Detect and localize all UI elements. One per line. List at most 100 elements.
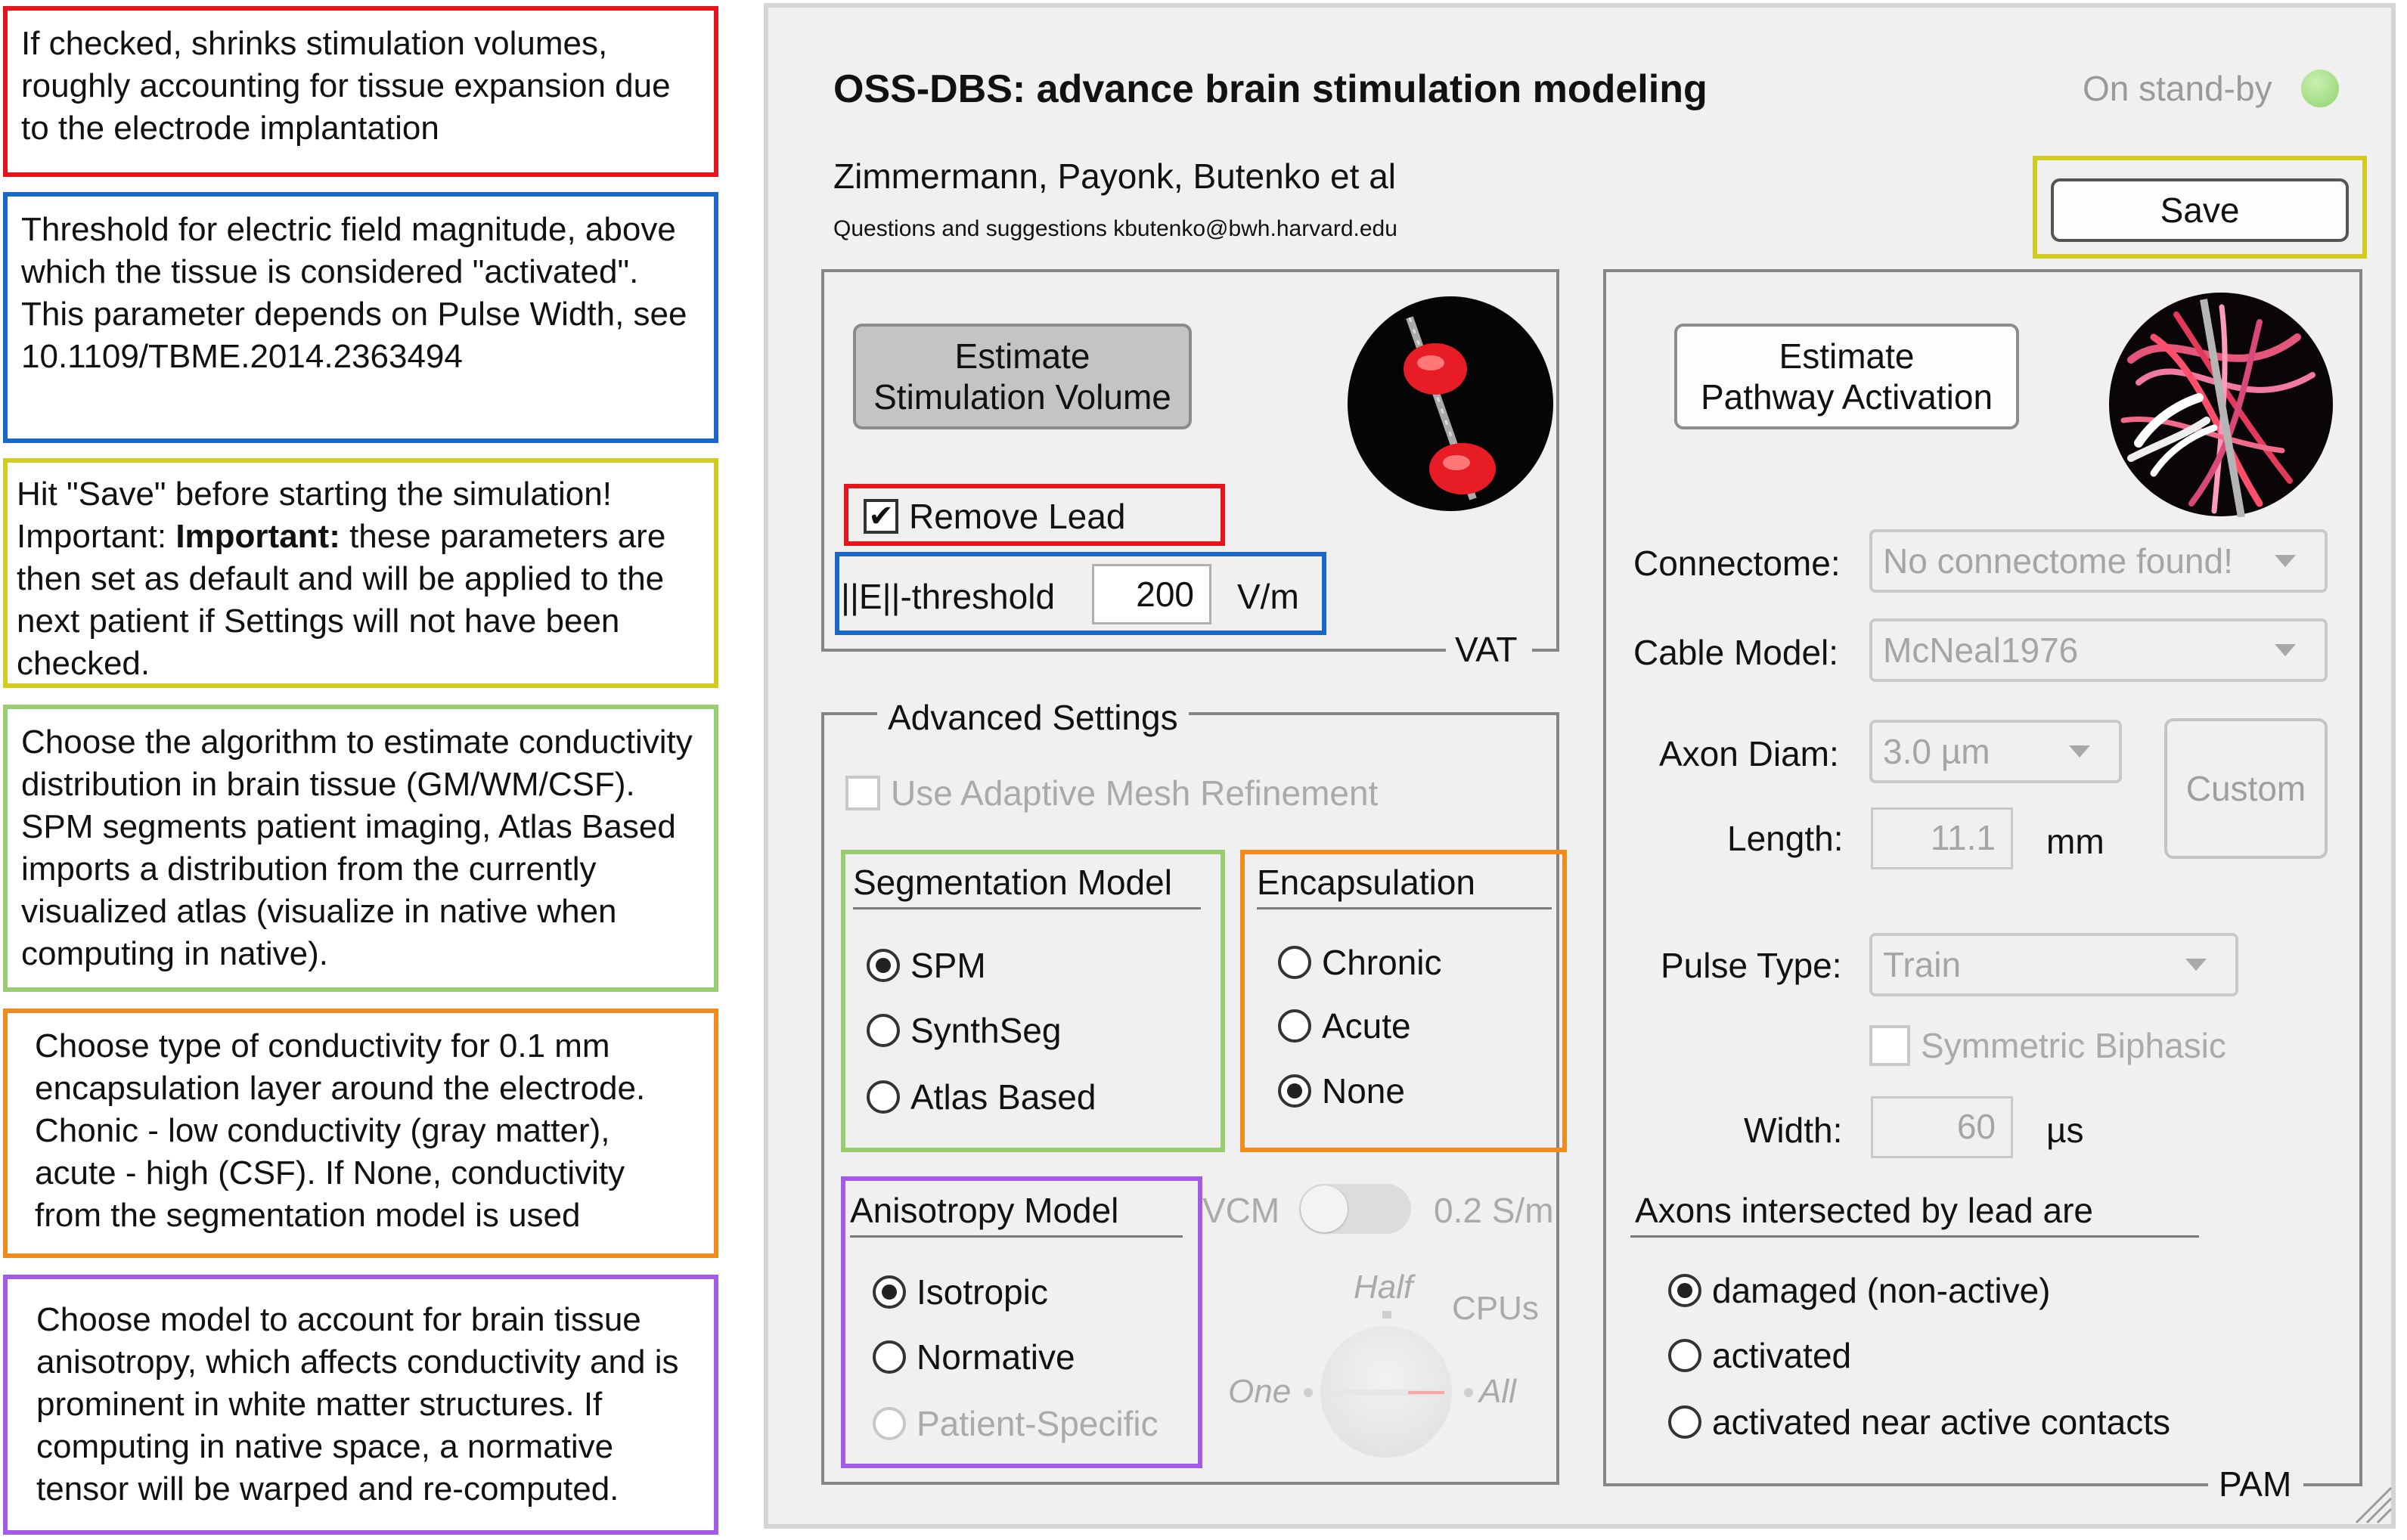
width-unit: µs [2046, 1111, 2084, 1150]
length-unit: mm [2046, 822, 2105, 861]
width-label: Width: [1744, 1111, 1843, 1150]
radio-icon [1278, 946, 1311, 979]
note-save-bold: Important: [175, 518, 340, 555]
cable-model-value: McNeal1976 [1883, 631, 2079, 670]
knob-all-label: All [1479, 1373, 1516, 1410]
check-icon: ✔ [864, 499, 898, 534]
symmetric-biphasic-label: Symmetric Biphasic [1921, 1026, 2226, 1065]
knob-tick-one [1304, 1388, 1313, 1397]
status-indicator-icon [2301, 70, 2339, 107]
vcm-toggle-knob [1301, 1185, 1348, 1232]
radio-selected-icon [873, 1275, 906, 1309]
encapsulation-title: Encapsulation [1257, 863, 1475, 902]
axons-activated-radio[interactable]: activated [1668, 1335, 1851, 1376]
segmentation-atlas-radio[interactable]: Atlas Based [867, 1077, 1096, 1117]
cpu-knob[interactable] [1320, 1326, 1452, 1458]
unchecked-box-icon [845, 776, 880, 810]
status-text: On stand-by [2083, 69, 2272, 108]
electrode-vat-image [1348, 296, 1553, 511]
connectome-label: Connectome: [1633, 544, 1841, 583]
threshold-label: ||E||-threshold [841, 577, 1056, 616]
anisotropy-divider [850, 1235, 1183, 1238]
authors-text: Zimmermann, Payonk, Butenko et al [833, 156, 1396, 196]
pulse-type-dropdown[interactable]: Train [1869, 933, 2238, 996]
pam-group-bottom-line [1603, 1483, 2208, 1486]
knob-one-label: One [1228, 1373, 1292, 1410]
note-anisotropy: Choose model to account for brain tissue… [3, 1275, 718, 1535]
anisotropy-normative-radio[interactable]: Normative [873, 1337, 1075, 1377]
cable-model-dropdown[interactable]: McNeal1976 [1869, 618, 2328, 682]
connectome-value: No connectome found! [1883, 541, 2233, 581]
estimate-pathway-activation-button[interactable]: Estimate Pathway Activation [1674, 324, 2019, 429]
knob-red-marker [1408, 1391, 1444, 1394]
adaptive-mesh-checkbox[interactable]: Use Adaptive Mesh Refinement [845, 773, 1378, 813]
radio-icon [873, 1407, 906, 1440]
note-segmentation: Choose the algorithm to estimate conduct… [3, 705, 718, 992]
vcm-label: VCM [1202, 1191, 1280, 1230]
segmentation-divider [853, 907, 1201, 909]
remove-lead-checkbox[interactable]: ✔ Remove Lead [864, 496, 1125, 537]
save-button[interactable]: Save [2051, 178, 2349, 242]
note-remove-lead: If checked, shrinks stimulation volumes,… [3, 6, 718, 177]
pulse-type-label: Pulse Type: [1661, 946, 1842, 985]
adaptive-mesh-label: Use Adaptive Mesh Refinement [891, 773, 1379, 813]
axon-diam-value: 3.0 µm [1883, 732, 1990, 771]
custom-button[interactable]: Custom [2164, 718, 2328, 859]
length-input[interactable]: 11.1 [1871, 807, 2013, 869]
axons-intersected-title: Axons intersected by lead are [1635, 1191, 2094, 1230]
contact-text: Questions and suggestions kbutenko@bwh.h… [833, 216, 1397, 241]
threshold-unit: V/m [1237, 577, 1299, 616]
oss-dbs-panel: OSS-DBS: advance brain stimulation model… [764, 3, 2396, 1529]
unchecked-box-icon [1869, 1025, 1910, 1066]
advanced-settings-legend: Advanced Settings [877, 697, 1189, 738]
pulse-type-value: Train [1883, 945, 1962, 984]
radio-icon [1278, 1009, 1311, 1043]
vcm-toggle[interactable] [1299, 1184, 1411, 1234]
radio-icon [867, 1080, 900, 1114]
radio-selected-icon [867, 949, 900, 982]
axons-intersected-divider [1630, 1235, 2199, 1238]
axon-diam-label: Axon Diam: [1659, 734, 1839, 773]
radio-icon [873, 1340, 906, 1374]
axons-activated-near-contacts-radio[interactable]: activated near active contacts [1668, 1402, 2170, 1442]
segmentation-title: Segmentation Model [853, 863, 1172, 902]
app-title: OSS-DBS: advance brain stimulation model… [833, 67, 1708, 111]
encapsulation-chronic-radio[interactable]: Chronic [1278, 942, 1442, 983]
threshold-input[interactable]: 200 [1092, 564, 1211, 624]
length-label: Length: [1727, 819, 1844, 858]
pam-group-label: PAM [2219, 1464, 2292, 1504]
chevron-down-icon [2069, 745, 2090, 758]
vat-group-bottom-line-end [1532, 649, 1559, 652]
chevron-down-icon [2185, 959, 2207, 971]
width-input[interactable]: 60 [1871, 1096, 2013, 1158]
encapsulation-divider [1257, 907, 1552, 909]
axons-damaged-radio[interactable]: damaged (non-active) [1668, 1270, 2050, 1311]
chevron-down-icon [2275, 555, 2296, 567]
anisotropy-patient-specific-radio[interactable]: Patient-Specific [873, 1403, 1159, 1444]
estimate-stimulation-volume-button[interactable]: Estimate Stimulation Volume [853, 324, 1192, 429]
vat-group-bottom-line [821, 649, 1446, 652]
symmetric-biphasic-checkbox[interactable]: Symmetric Biphasic [1869, 1025, 2226, 1066]
vat-group-label: VAT [1455, 630, 1518, 669]
encapsulation-acute-radio[interactable]: Acute [1278, 1005, 1411, 1046]
knob-tick-all [1464, 1388, 1473, 1397]
vcm-value: 0.2 S/m [1434, 1191, 1554, 1230]
resize-grip-icon[interactable] [2350, 1482, 2393, 1524]
radio-icon [1668, 1405, 1701, 1439]
estimate-stimulation-volume-label: Estimate Stimulation Volume [873, 336, 1171, 417]
remove-lead-label: Remove Lead [909, 497, 1126, 536]
encapsulation-none-radio[interactable]: None [1278, 1071, 1405, 1111]
chevron-down-icon [2275, 644, 2296, 656]
knob-tick-half [1382, 1311, 1391, 1318]
note-save: Hit "Save" before starting the simulatio… [3, 458, 718, 688]
radio-selected-icon [1668, 1274, 1701, 1307]
axon-diam-dropdown[interactable]: 3.0 µm [1869, 720, 2122, 783]
connectome-dropdown[interactable]: No connectome found! [1869, 529, 2328, 593]
segmentation-synthseg-radio[interactable]: SynthSeg [867, 1010, 1061, 1051]
anisotropy-title: Anisotropy Model [850, 1191, 1119, 1230]
cable-model-label: Cable Model: [1633, 633, 1839, 672]
knob-cpus-label: CPUs [1452, 1290, 1539, 1327]
anisotropy-isotropic-radio[interactable]: Isotropic [873, 1272, 1048, 1312]
segmentation-spm-radio[interactable]: SPM [867, 945, 986, 986]
knob-half-label: Half [1354, 1269, 1413, 1306]
